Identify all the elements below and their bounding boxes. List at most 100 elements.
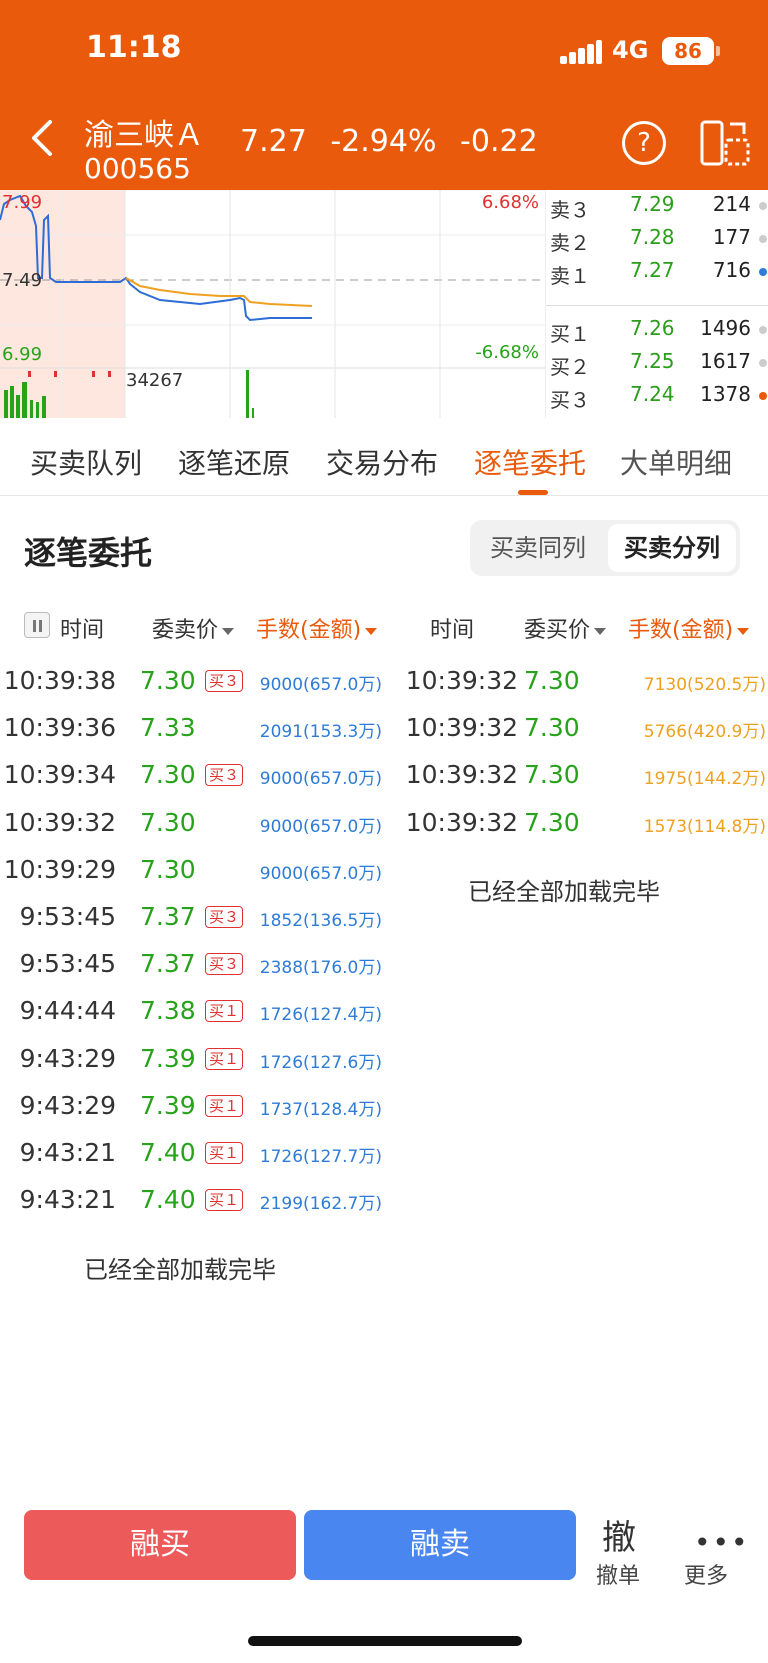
buy-order-row[interactable]: 10:39:32 7.30 1573(114.8万) (390, 808, 768, 855)
order-tag-badge: 买３ (205, 670, 244, 692)
sell-volume-header[interactable]: 手数(金额) (256, 612, 378, 644)
buy-price-header[interactable]: 委买价 (524, 612, 607, 644)
sell-order-row[interactable]: 9:44:44 7.38 买１ 1726(127.4万) (0, 996, 390, 1043)
sell-order-row[interactable]: 9:53:45 7.37 买３ 1852(136.5万) (0, 902, 390, 949)
order-volume: 1852(136.5万) (259, 911, 382, 931)
order-tag-badge: 买３ (205, 764, 244, 787)
order-volume: 1573(114.8万) (643, 816, 766, 837)
order-price: 7.30 (524, 713, 580, 743)
buy-order-row[interactable]: 10:39:32 7.30 7130(520.5万) (390, 666, 768, 713)
sell-order-row[interactable]: 10:39:29 7.30 9000(657.0万) (0, 855, 390, 902)
landscape-switch-icon[interactable] (700, 120, 750, 166)
margin-sell-button[interactable]: 融卖 (304, 1510, 576, 1580)
sell-order-row[interactable]: 9:43:29 7.39 买１ 1726(127.6万) (0, 1044, 390, 1091)
split-column-button[interactable]: 买卖分列 (608, 524, 736, 572)
chart-volume-label: 34267 (126, 370, 184, 391)
same-column-button[interactable]: 买卖同列 (474, 524, 602, 572)
order-price: 7.30 (524, 760, 580, 790)
sell-order-row[interactable]: 10:39:36 7.33 2091(153.3万) (0, 713, 390, 760)
order-book-row[interactable]: 买１ 7.26 1496 (546, 314, 768, 346)
sell-order-row[interactable]: 9:43:21 7.40 买１ 2199(162.7万) (0, 1185, 390, 1232)
order-price: 7.30 (140, 854, 196, 884)
order-dot-icon (759, 359, 767, 367)
order-time: 10:39:29 (3, 854, 116, 884)
buy-time-header: 时间 (430, 618, 475, 643)
order-volume: 2091(153.3万) (259, 722, 382, 743)
order-time: 10:39:34 (3, 760, 116, 790)
order-time: 9:53:45 (19, 949, 116, 979)
order-time: 9:53:45 (19, 902, 116, 931)
order-volume: 1975(144.2万) (643, 769, 766, 790)
sell-order-row[interactable]: 10:39:34 7.30 买３ 9000(657.0万) (0, 760, 390, 807)
layout-toggle: 买卖同列 买卖分列 (470, 520, 740, 576)
chart-pct-high: 6.68% (481, 192, 539, 213)
order-tag-badge: 买３ (205, 906, 244, 928)
stock-quote: 7.27 -2.94% -0.22 (240, 124, 552, 159)
order-price: 7.30 (140, 666, 196, 695)
order-volume: 5766(420.9万) (643, 722, 766, 743)
order-tag-badge: 买１ (205, 1142, 244, 1164)
battery-icon: 86 (662, 37, 714, 65)
cancel-order-button[interactable]: 撤单 (596, 1558, 640, 1590)
more-dots-icon[interactable]: ••• (694, 1526, 750, 1559)
order-volume: 1726(127.7万) (259, 1147, 382, 1167)
tab-tick-restore[interactable]: 逐笔还原 (178, 442, 290, 482)
back-arrow-icon[interactable] (28, 118, 58, 158)
battery-tip (716, 46, 720, 56)
active-tab-indicator (518, 490, 548, 495)
order-book-row[interactable]: 买２ 7.25 1617 (546, 347, 768, 379)
order-time: 9:43:21 (19, 1185, 116, 1215)
order-volume: 9000(657.0万) (259, 675, 382, 695)
tab-queue[interactable]: 买卖队列 (30, 442, 142, 482)
chart-price-high: 7.99 (2, 192, 43, 213)
order-tag-badge: 买１ (205, 1189, 244, 1212)
more-button[interactable]: 更多 (684, 1558, 728, 1590)
sort-caret-icon (365, 627, 378, 635)
order-time: 10:39:32 (405, 713, 518, 743)
order-tag-badge: 买１ (205, 1094, 244, 1117)
sell-price-header[interactable]: 委卖价 (152, 612, 235, 644)
order-dot-icon (759, 268, 767, 276)
order-book-divider (546, 305, 768, 306)
margin-buy-button[interactable]: 融买 (24, 1510, 296, 1580)
order-price: 7.40 (140, 1138, 196, 1167)
order-price: 7.30 (140, 760, 196, 790)
pause-icon[interactable] (24, 612, 50, 638)
order-book-row[interactable]: 买３ 7.24 1378 (546, 380, 768, 412)
order-dot-icon (759, 235, 767, 243)
order-price: 7.37 (140, 949, 196, 979)
order-volume: 7130(520.5万) (643, 675, 766, 695)
order-volume: 1726(127.6万) (259, 1052, 382, 1073)
tab-tick-orders[interactable]: 逐笔委托 (474, 442, 586, 482)
order-dot-icon (759, 202, 767, 210)
order-volume: 2199(162.7万) (259, 1194, 382, 1215)
order-book-row[interactable]: 卖２ 7.28 177 (546, 223, 768, 255)
order-price: 7.37 (140, 902, 196, 931)
chart-price-low: 6.99 (2, 344, 43, 365)
order-time: 9:43:21 (19, 1138, 116, 1167)
tab-large-orders[interactable]: 大单明细 (620, 442, 732, 482)
order-price: 7.40 (140, 1185, 196, 1215)
buy-order-row[interactable]: 10:39:32 7.30 1975(144.2万) (390, 760, 768, 807)
order-book-row[interactable]: 卖１ 7.27 716 (546, 256, 768, 288)
screen: 11:18 4G 86 渝三峡Ａ 000565 7.27 -2.94% -0.2… (0, 0, 768, 1663)
sell-order-row[interactable]: 9:53:45 7.37 买３ 2388(176.0万) (0, 949, 390, 996)
buy-order-row[interactable]: 10:39:32 7.30 5766(420.9万) (390, 713, 768, 760)
buy-volume-header[interactable]: 手数(金额) (628, 612, 750, 644)
sell-order-row[interactable]: 9:43:29 7.39 买１ 1737(128.4万) (0, 1091, 390, 1138)
order-time: 10:39:32 (405, 666, 518, 695)
intraday-chart[interactable]: 7.99 7.49 6.99 6.68% -6.68% 34267 (0, 190, 545, 418)
order-price: 7.30 (524, 807, 580, 837)
header-bar: 11:18 4G 86 渝三峡Ａ 000565 7.27 -2.94% -0.2… (0, 0, 768, 190)
stock-name: 渝三峡Ａ (84, 118, 204, 153)
order-book-row[interactable]: 卖３ 7.29 214 (546, 190, 768, 222)
sell-order-row[interactable]: 10:39:32 7.30 9000(657.0万) (0, 808, 390, 855)
help-icon[interactable]: ? (622, 121, 666, 165)
cancel-icon[interactable]: 撤 (602, 1510, 636, 1559)
sell-order-row[interactable]: 9:43:21 7.40 买１ 1726(127.7万) (0, 1138, 390, 1185)
sell-order-row[interactable]: 10:39:38 7.30 买３ 9000(657.0万) (0, 666, 390, 713)
order-dot-icon (759, 392, 767, 400)
chart-pct-low: -6.68% (475, 342, 539, 363)
tab-trade-distribution[interactable]: 交易分布 (326, 442, 438, 482)
order-price: 7.39 (140, 1043, 196, 1073)
